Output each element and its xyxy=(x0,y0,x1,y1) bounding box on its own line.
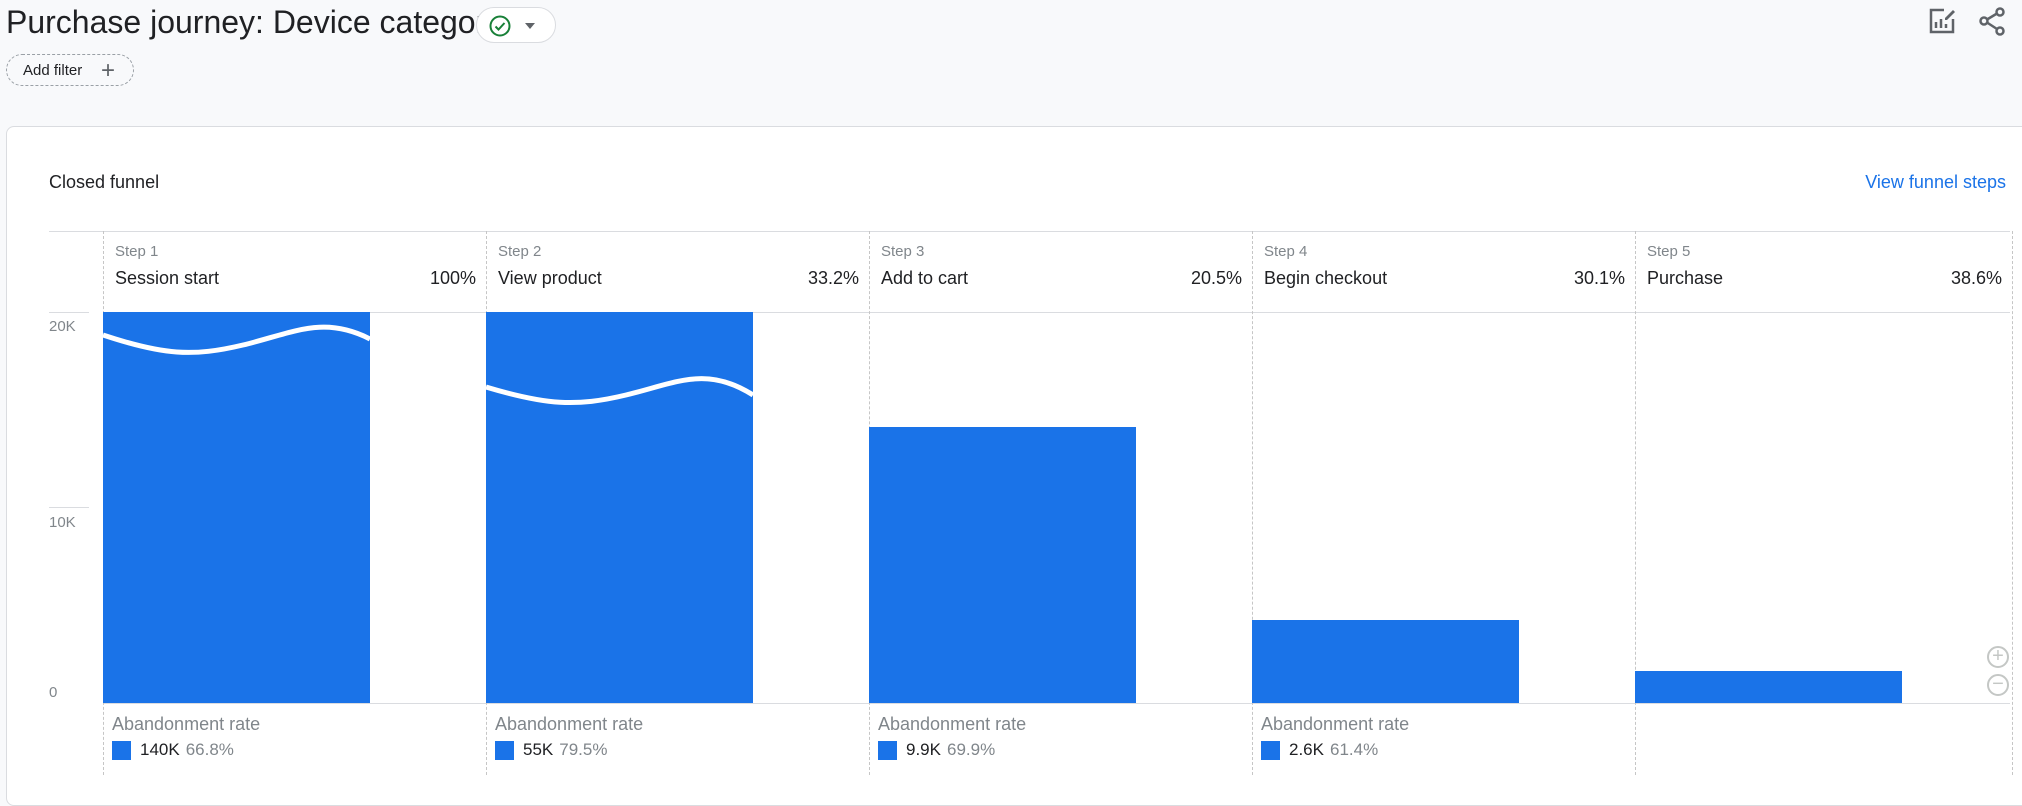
share-icon[interactable] xyxy=(1977,6,2007,36)
abandonment-value: 9.9K 69.9% xyxy=(878,740,995,760)
view-funnel-steps-link[interactable]: View funnel steps xyxy=(1865,172,2006,193)
zoom-in-button[interactable]: + xyxy=(1987,646,2009,668)
step-number: Step 4 xyxy=(1264,243,1308,260)
legend-swatch xyxy=(1261,740,1280,760)
funnel-bar xyxy=(103,312,370,703)
funnel-bar xyxy=(869,427,1136,703)
abandon-count: 9.9K xyxy=(906,740,941,759)
step-name: Begin checkout xyxy=(1264,268,1388,288)
check-circle-icon xyxy=(489,15,511,37)
y-tick-label: 10K xyxy=(49,514,76,531)
step-name: Purchase xyxy=(1647,268,1724,288)
add-filter-button[interactable]: Add filter + xyxy=(6,54,134,86)
legend-swatch xyxy=(878,740,897,760)
step-percentage: 38.6% xyxy=(1950,268,2002,288)
page-title: Purchase journey: Device category xyxy=(6,4,503,40)
baseline xyxy=(103,703,2010,704)
step-number: Step 2 xyxy=(498,243,542,260)
header-bottom-line xyxy=(103,312,2010,313)
legend-swatch xyxy=(112,740,131,760)
abandon-rate: 79.5% xyxy=(559,740,608,759)
status-dropdown[interactable] xyxy=(476,7,556,43)
step-name: Session start xyxy=(115,268,220,288)
abandonment-label: Abandonment rate xyxy=(878,714,1027,734)
edit-report-icon[interactable] xyxy=(1927,6,1957,36)
step-number: Step 5 xyxy=(1647,243,1691,260)
zoom-out-button[interactable]: − xyxy=(1987,674,2009,696)
abandonment-value: 140K 66.8% xyxy=(112,740,234,760)
abandonment-value: 2.6K 61.4% xyxy=(1261,740,1378,760)
abandonment-value: 55K 79.5% xyxy=(495,740,607,760)
card-title: Closed funnel xyxy=(49,172,160,192)
legend-swatch xyxy=(495,740,514,760)
step-number: Step 3 xyxy=(881,243,925,260)
y-tick-label: 20K xyxy=(49,318,76,335)
abandonment-label: Abandonment rate xyxy=(1261,714,1410,734)
abandon-rate: 61.4% xyxy=(1329,740,1379,759)
step-name: Add to cart xyxy=(881,268,969,288)
caret-down-icon xyxy=(525,23,535,29)
step-percentage: 20.5% xyxy=(1190,268,1242,288)
abandon-rate: 66.8% xyxy=(185,740,234,759)
abandonment-label: Abandonment rate xyxy=(112,714,261,734)
step-percentage: 100% xyxy=(429,268,476,288)
y-tick-line-10k xyxy=(49,507,89,508)
add-filter-label: Add filter xyxy=(23,62,83,79)
step-percentage: 30.1% xyxy=(1573,268,1625,288)
column-divider xyxy=(2012,231,2013,775)
abandon-count: 2.6K xyxy=(1289,740,1324,759)
funnel-bar xyxy=(1252,619,1519,703)
y-tick-line-20k xyxy=(49,312,89,313)
step-name: View product xyxy=(498,268,602,288)
abandonment-label: Abandonment rate xyxy=(495,714,644,734)
header-top-line xyxy=(49,231,2010,232)
abandon-count: 55K xyxy=(523,740,554,759)
y-tick-label: 0 xyxy=(49,684,58,701)
step-number: Step 1 xyxy=(115,243,159,260)
funnel-bar xyxy=(1635,670,1902,703)
step-percentage: 33.2% xyxy=(807,268,859,288)
funnel-bar xyxy=(486,312,753,703)
plus-icon: + xyxy=(101,57,116,84)
abandon-count: 140K xyxy=(140,740,180,759)
abandon-rate: 69.9% xyxy=(946,740,996,759)
